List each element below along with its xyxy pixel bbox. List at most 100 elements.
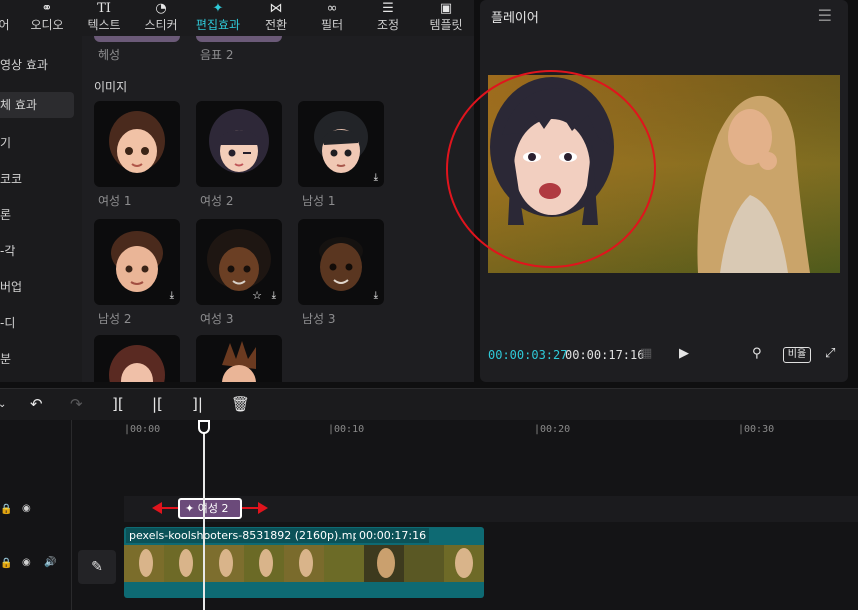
split-icon[interactable]: ][ <box>112 395 124 413</box>
sticker-icon: ◔ <box>155 1 167 16</box>
category-sidebar: 영상 효과 체 효과 기 코코 론 -각 버업 -디 분 <box>0 36 82 382</box>
effect-card-female-1[interactable] <box>94 101 180 187</box>
top-toolbar: ​ 어 ⚭ 오디오 TI 텍스트 ◔ 스티커 ✦ 편집효과 ⋈ 전환 ∞ 필터 … <box>0 0 474 36</box>
category-item[interactable]: -각 <box>0 238 74 264</box>
eye-icon[interactable]: ◉ <box>22 503 31 514</box>
download-icon[interactable]: ⤓ <box>170 290 174 301</box>
delete-icon[interactable]: 🗑 <box>231 395 250 413</box>
category-video-effects[interactable]: 영상 효과 <box>0 52 74 78</box>
filter-icon: ∞ <box>326 1 338 16</box>
trim-left-icon[interactable]: |[ <box>152 395 163 413</box>
tool-effects[interactable]: ✦ 편집효과 <box>192 0 244 36</box>
tool-transition[interactable]: ⋈ 전환 <box>260 0 292 36</box>
effect-card[interactable] <box>196 335 282 382</box>
ruler-label: |00:20 <box>534 424 571 435</box>
tool-adjust[interactable]: ☰ 조정 <box>372 0 404 36</box>
category-item[interactable]: 분 <box>0 346 74 372</box>
effect-label: 여성 2 <box>200 194 234 208</box>
ruler-label: |00:10 <box>328 424 365 435</box>
ruler-label: |00:00 <box>124 424 161 435</box>
edit-cover-button[interactable]: ✎ <box>78 550 116 584</box>
avatar-male-1-thumbnail <box>314 111 368 173</box>
effect-label: 남성 2 <box>98 312 132 326</box>
lock-icon[interactable]: 🔒 <box>0 558 12 569</box>
play-button[interactable]: ▶ <box>679 346 689 361</box>
player-title: 플레이어 <box>491 11 539 26</box>
effect-label: 남성 3 <box>302 312 336 326</box>
highlight-circle <box>446 70 656 268</box>
effect-card-female-2[interactable] <box>196 101 282 187</box>
category-item[interactable]: 기 <box>0 130 74 156</box>
effect-card-male-2[interactable]: ⤓ <box>94 219 180 305</box>
tool-audio[interactable]: ⚭ 오디오 <box>26 0 68 36</box>
clip-filename: pexels-koolshooters-8531892 (2160p).mp4 <box>126 528 370 543</box>
eye-icon[interactable]: ◉ <box>22 557 31 568</box>
effect-label: 여성 1 <box>98 194 132 208</box>
audio-icon: ⚭ <box>41 1 53 16</box>
avatar-female-2-thumbnail <box>209 109 269 173</box>
effect-clip[interactable]: ✦ 여성 2 <box>178 498 242 519</box>
avatar-thumbnail <box>109 345 165 382</box>
category-item[interactable]: -디 <box>0 310 74 336</box>
playhead[interactable] <box>203 420 205 610</box>
timeline-ruler: |00:00 |00:10 |00:20 |00:30 <box>74 420 858 438</box>
video-clip[interactable]: pexels-koolshooters-8531892 (2160p).mp4 … <box>124 527 484 598</box>
effect-card[interactable] <box>196 36 282 42</box>
avatar-male-3-thumbnail <box>319 237 363 291</box>
chevron-down-icon[interactable]: ⌄ <box>0 399 6 410</box>
template-icon: ▣ <box>439 1 453 16</box>
playhead-handle[interactable] <box>198 420 210 434</box>
section-title: 이미지 <box>94 80 128 94</box>
category-item[interactable]: 론 <box>0 202 74 228</box>
lock-icon[interactable]: 🔒 <box>0 504 12 515</box>
track-headers: 🔒 ◉ 🔒 ◉ 🔊 <box>0 420 72 610</box>
avatar-female-1-thumbnail <box>109 111 165 173</box>
effects-panel: 헤성 음표 2 이미지 ⤓ 여성 1 여성 2 남성 1 ⤓ ☆ ⤓ ⤓ 남성 … <box>82 36 474 382</box>
adjust-icon: ☰ <box>382 1 394 16</box>
effect-card[interactable] <box>94 36 180 42</box>
clip-duration: 00:00:17:16 <box>356 528 430 543</box>
media-icon: ​ <box>0 0 12 17</box>
transition-icon: ⋈ <box>269 1 283 16</box>
ruler-label: |00:30 <box>738 424 775 435</box>
current-time: 00:00:03:27 <box>488 348 568 362</box>
tool-sticker[interactable]: ◔ 스티커 <box>139 0 183 36</box>
menu-icon[interactable]: ☰ <box>818 6 832 25</box>
fullscreen-icon[interactable]: ⤢ <box>825 346 835 361</box>
tool-template[interactable]: ▣ 템플릿 <box>424 0 468 36</box>
effect-card-male-1[interactable]: ⤓ <box>298 101 384 187</box>
download-icon[interactable]: ⤓ <box>272 290 276 301</box>
undo-icon[interactable]: ↶ <box>30 395 43 413</box>
frame-grid-icon[interactable]: ▦ <box>640 346 652 361</box>
effect-clip-icon: ✦ <box>185 502 195 515</box>
avatar-female-3-thumbnail <box>207 229 271 291</box>
effects-icon: ✦ <box>212 1 224 16</box>
download-icon[interactable]: ⤓ <box>374 172 378 183</box>
avatar-thumbnail <box>222 341 256 382</box>
download-icon[interactable]: ⤓ <box>374 290 378 301</box>
trim-right-icon[interactable]: ]| <box>192 395 203 413</box>
tool-media[interactable]: ​ 어 <box>0 0 12 36</box>
tool-text[interactable]: TI 텍스트 <box>82 0 126 36</box>
audio-toggle-icon[interactable]: 🔊 <box>44 557 56 568</box>
text-icon: TI <box>97 1 111 16</box>
total-time: 00:00:17:16 <box>565 348 645 362</box>
clip-filmstrip <box>124 545 484 582</box>
effect-card-male-3[interactable]: ⤓ <box>298 219 384 305</box>
effect-card-female-3[interactable]: ☆ ⤓ <box>196 219 282 305</box>
effect-caption: 음표 2 <box>200 48 234 62</box>
avatar-male-2-thumbnail <box>111 231 163 292</box>
effect-caption: 헤성 <box>98 48 121 62</box>
redo-icon[interactable]: ↷ <box>70 395 83 413</box>
zoom-fit-icon[interactable]: ⚲ <box>752 346 762 361</box>
ratio-button[interactable]: 비율 <box>783 347 811 363</box>
favorite-star-icon[interactable]: ☆ <box>252 289 262 302</box>
effect-label: 여성 3 <box>200 312 234 326</box>
category-body-effects[interactable]: 체 효과 <box>0 92 74 118</box>
effect-label: 남성 1 <box>302 194 336 208</box>
category-item[interactable]: 코코 <box>0 166 74 192</box>
category-item[interactable]: 버업 <box>0 274 74 300</box>
tool-filter[interactable]: ∞ 필터 <box>316 0 348 36</box>
timeline-toolbar: ⌄ ↶ ↷ ][ |[ ]| 🗑 <box>0 388 858 420</box>
effect-card[interactable] <box>94 335 180 382</box>
